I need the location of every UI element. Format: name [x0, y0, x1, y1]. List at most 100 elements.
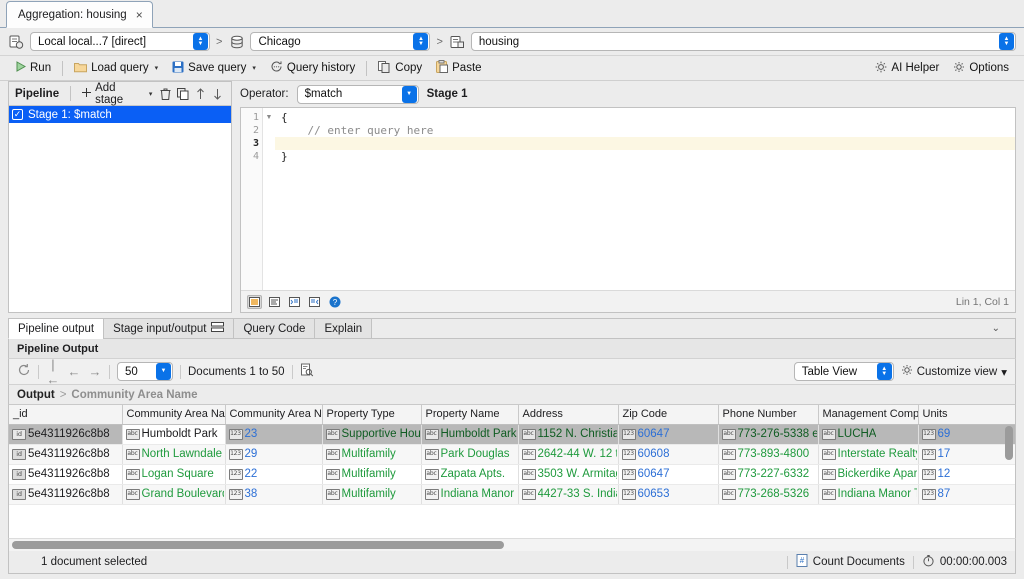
table-cell[interactable]: 12360647 — [618, 424, 718, 444]
column-header[interactable]: Phone Number — [718, 405, 818, 424]
chevron-down-icon[interactable]: ▾ — [1001, 365, 1007, 379]
table-cell[interactable]: 12338 — [225, 484, 322, 504]
table-cell[interactable]: abcSupportive Hous — [322, 424, 421, 444]
table-cell[interactable]: abcLogan Square — [122, 464, 225, 484]
delete-stage-icon[interactable] — [158, 87, 172, 101]
table-cell[interactable]: abc773-268-5326 — [718, 484, 818, 504]
query-history-button[interactable]: Query history — [263, 58, 362, 79]
next-page-icon[interactable]: → — [88, 364, 102, 379]
stage-enabled-checkbox[interactable]: ✓ — [12, 109, 23, 120]
column-header[interactable]: Units — [918, 405, 1015, 424]
collapse-all-icon[interactable] — [267, 295, 282, 309]
table-cell[interactable]: 12360647 — [618, 464, 718, 484]
format-query-icon[interactable] — [247, 295, 262, 309]
refresh-icon[interactable] — [17, 363, 31, 380]
table-row[interactable]: id5e4311926c8b8abcNorth Lawndale12329abc… — [9, 444, 1015, 464]
chevron-down-icon[interactable]: ⌄ — [992, 323, 1006, 334]
column-header[interactable]: Zip Code — [618, 405, 718, 424]
table-cell[interactable]: abcIndiana Manor To — [421, 484, 518, 504]
table-cell[interactable]: abcHumboldt Park — [122, 424, 225, 444]
customize-view-button[interactable]: Customize view ▾ — [901, 364, 1007, 379]
table-cell[interactable]: abcGrand Boulevard — [122, 484, 225, 504]
operator-select[interactable]: $match ▼ — [297, 85, 419, 104]
add-stage-button[interactable]: Add stage ▾ — [78, 85, 155, 103]
run-button[interactable]: Run — [8, 58, 58, 79]
column-header[interactable]: Property Name — [421, 405, 518, 424]
table-cell[interactable]: 12322 — [225, 464, 322, 484]
ai-helper-button[interactable]: AI Helper — [868, 58, 946, 79]
breadcrumb-root[interactable]: Output — [17, 389, 55, 401]
database-select[interactable]: Chicago ▲▼ — [250, 32, 430, 51]
table-cell[interactable]: 12360608 — [618, 444, 718, 464]
column-header[interactable]: Community Area Name — [122, 405, 225, 424]
code-text[interactable]: { // enter query here } — [275, 108, 1015, 290]
chevron-updown-icon[interactable]: ▲▼ — [413, 33, 428, 50]
table-cell[interactable]: 12323 — [225, 424, 322, 444]
table-cell[interactable]: abcMultifamily — [322, 444, 421, 464]
tab-stage-input-output[interactable]: Stage input/output — [103, 318, 233, 339]
outdent-icon[interactable] — [307, 295, 322, 309]
table-cell[interactable]: abcZapata Apts. — [421, 464, 518, 484]
table-cell[interactable]: abcLUCHA — [818, 424, 918, 444]
code-fold-gutter[interactable]: ▼ — [263, 108, 275, 290]
table-row[interactable]: id5e4311926c8b8abcHumboldt Park12323abcS… — [9, 424, 1015, 444]
tab-pipeline-output[interactable]: Pipeline output — [8, 318, 103, 339]
copy-button[interactable]: Copy — [371, 58, 429, 79]
column-header[interactable]: Property Type — [322, 405, 421, 424]
column-header[interactable]: Address — [518, 405, 618, 424]
table-cell[interactable]: 12317 — [918, 444, 1015, 464]
chevron-updown-icon[interactable]: ▲▼ — [193, 33, 208, 50]
collection-select[interactable]: housing ▲▼ — [471, 32, 1016, 51]
vertical-scrollbar[interactable] — [1005, 426, 1013, 460]
view-mode-select[interactable]: Table View ▲▼ — [794, 362, 894, 381]
table-cell[interactable]: id5e4311926c8b8 — [9, 484, 122, 504]
server-select[interactable]: Local local...7 [direct] ▲▼ — [30, 32, 210, 51]
move-stage-up-icon[interactable] — [193, 87, 207, 101]
horizontal-scrollbar[interactable] — [8, 538, 1016, 551]
table-row[interactable]: id5e4311926c8b8abcLogan Square12322abcMu… — [9, 464, 1015, 484]
chevron-updown-icon[interactable]: ▲▼ — [877, 363, 892, 380]
paste-button[interactable]: Paste — [429, 58, 488, 79]
table-cell[interactable]: abc773-227-6332 — [718, 464, 818, 484]
options-button[interactable]: Options — [946, 58, 1016, 79]
table-cell[interactable]: id5e4311926c8b8 — [9, 464, 122, 484]
move-stage-down-icon[interactable] — [211, 87, 225, 101]
duplicate-stage-icon[interactable] — [176, 87, 190, 101]
previous-page-icon[interactable]: ← — [67, 364, 81, 379]
tab-explain[interactable]: Explain — [314, 318, 371, 339]
load-query-button[interactable]: Load query ▾ — [67, 58, 165, 79]
code-area[interactable]: 1 2 3 4 ▼ { // enter query here } — [241, 108, 1015, 290]
expand-indent-icon[interactable] — [287, 295, 302, 309]
table-cell[interactable]: abc2642-44 W. 12 t — [518, 444, 618, 464]
chevron-down-icon[interactable]: ▾ — [149, 90, 153, 98]
column-header[interactable]: Community Area Numb — [225, 405, 322, 424]
tab-aggregation-housing[interactable]: Aggregation: housing × — [6, 1, 153, 28]
table-cell[interactable]: abc1152 N. Christian — [518, 424, 618, 444]
table-cell[interactable]: 12312 — [918, 464, 1015, 484]
count-documents-button[interactable]: # Count Documents — [796, 554, 905, 570]
help-icon[interactable]: ? — [327, 295, 342, 309]
query-editor[interactable]: 1 2 3 4 ▼ { // enter query here } — [240, 107, 1016, 313]
table-cell[interactable]: abcNorth Lawndale — [122, 444, 225, 464]
table-cell[interactable]: abc773-893-4800 — [718, 444, 818, 464]
chevron-down-icon[interactable]: ▼ — [402, 86, 417, 103]
table-cell[interactable]: id5e4311926c8b8 — [9, 444, 122, 464]
chevron-down-icon[interactable]: ▾ — [252, 64, 256, 72]
table-cell[interactable]: abcInterstate Realty — [818, 444, 918, 464]
table-cell[interactable]: 12360653 — [618, 484, 718, 504]
find-in-results-icon[interactable] — [300, 363, 314, 380]
save-query-button[interactable]: Save query ▾ — [165, 58, 263, 79]
table-cell[interactable]: 12329 — [225, 444, 322, 464]
chevron-updown-icon[interactable]: ▲▼ — [999, 33, 1014, 50]
table-cell[interactable]: abcBickerdike Apart — [818, 464, 918, 484]
table-cell[interactable]: 12387 — [918, 484, 1015, 504]
table-cell[interactable]: abcPark Douglas — [421, 444, 518, 464]
page-size-select[interactable]: 50 ▼ — [117, 362, 173, 381]
table-cell[interactable]: abcIndiana Manor To — [818, 484, 918, 504]
table-cell[interactable]: abc4427-33 S. India — [518, 484, 618, 504]
table-cell[interactable]: abcMultifamily — [322, 464, 421, 484]
table-row[interactable]: id5e4311926c8b8abcGrand Boulevard12338ab… — [9, 484, 1015, 504]
table-cell[interactable]: abcMultifamily — [322, 484, 421, 504]
table-cell[interactable]: 12369 — [918, 424, 1015, 444]
column-header[interactable]: Management Company — [818, 405, 918, 424]
